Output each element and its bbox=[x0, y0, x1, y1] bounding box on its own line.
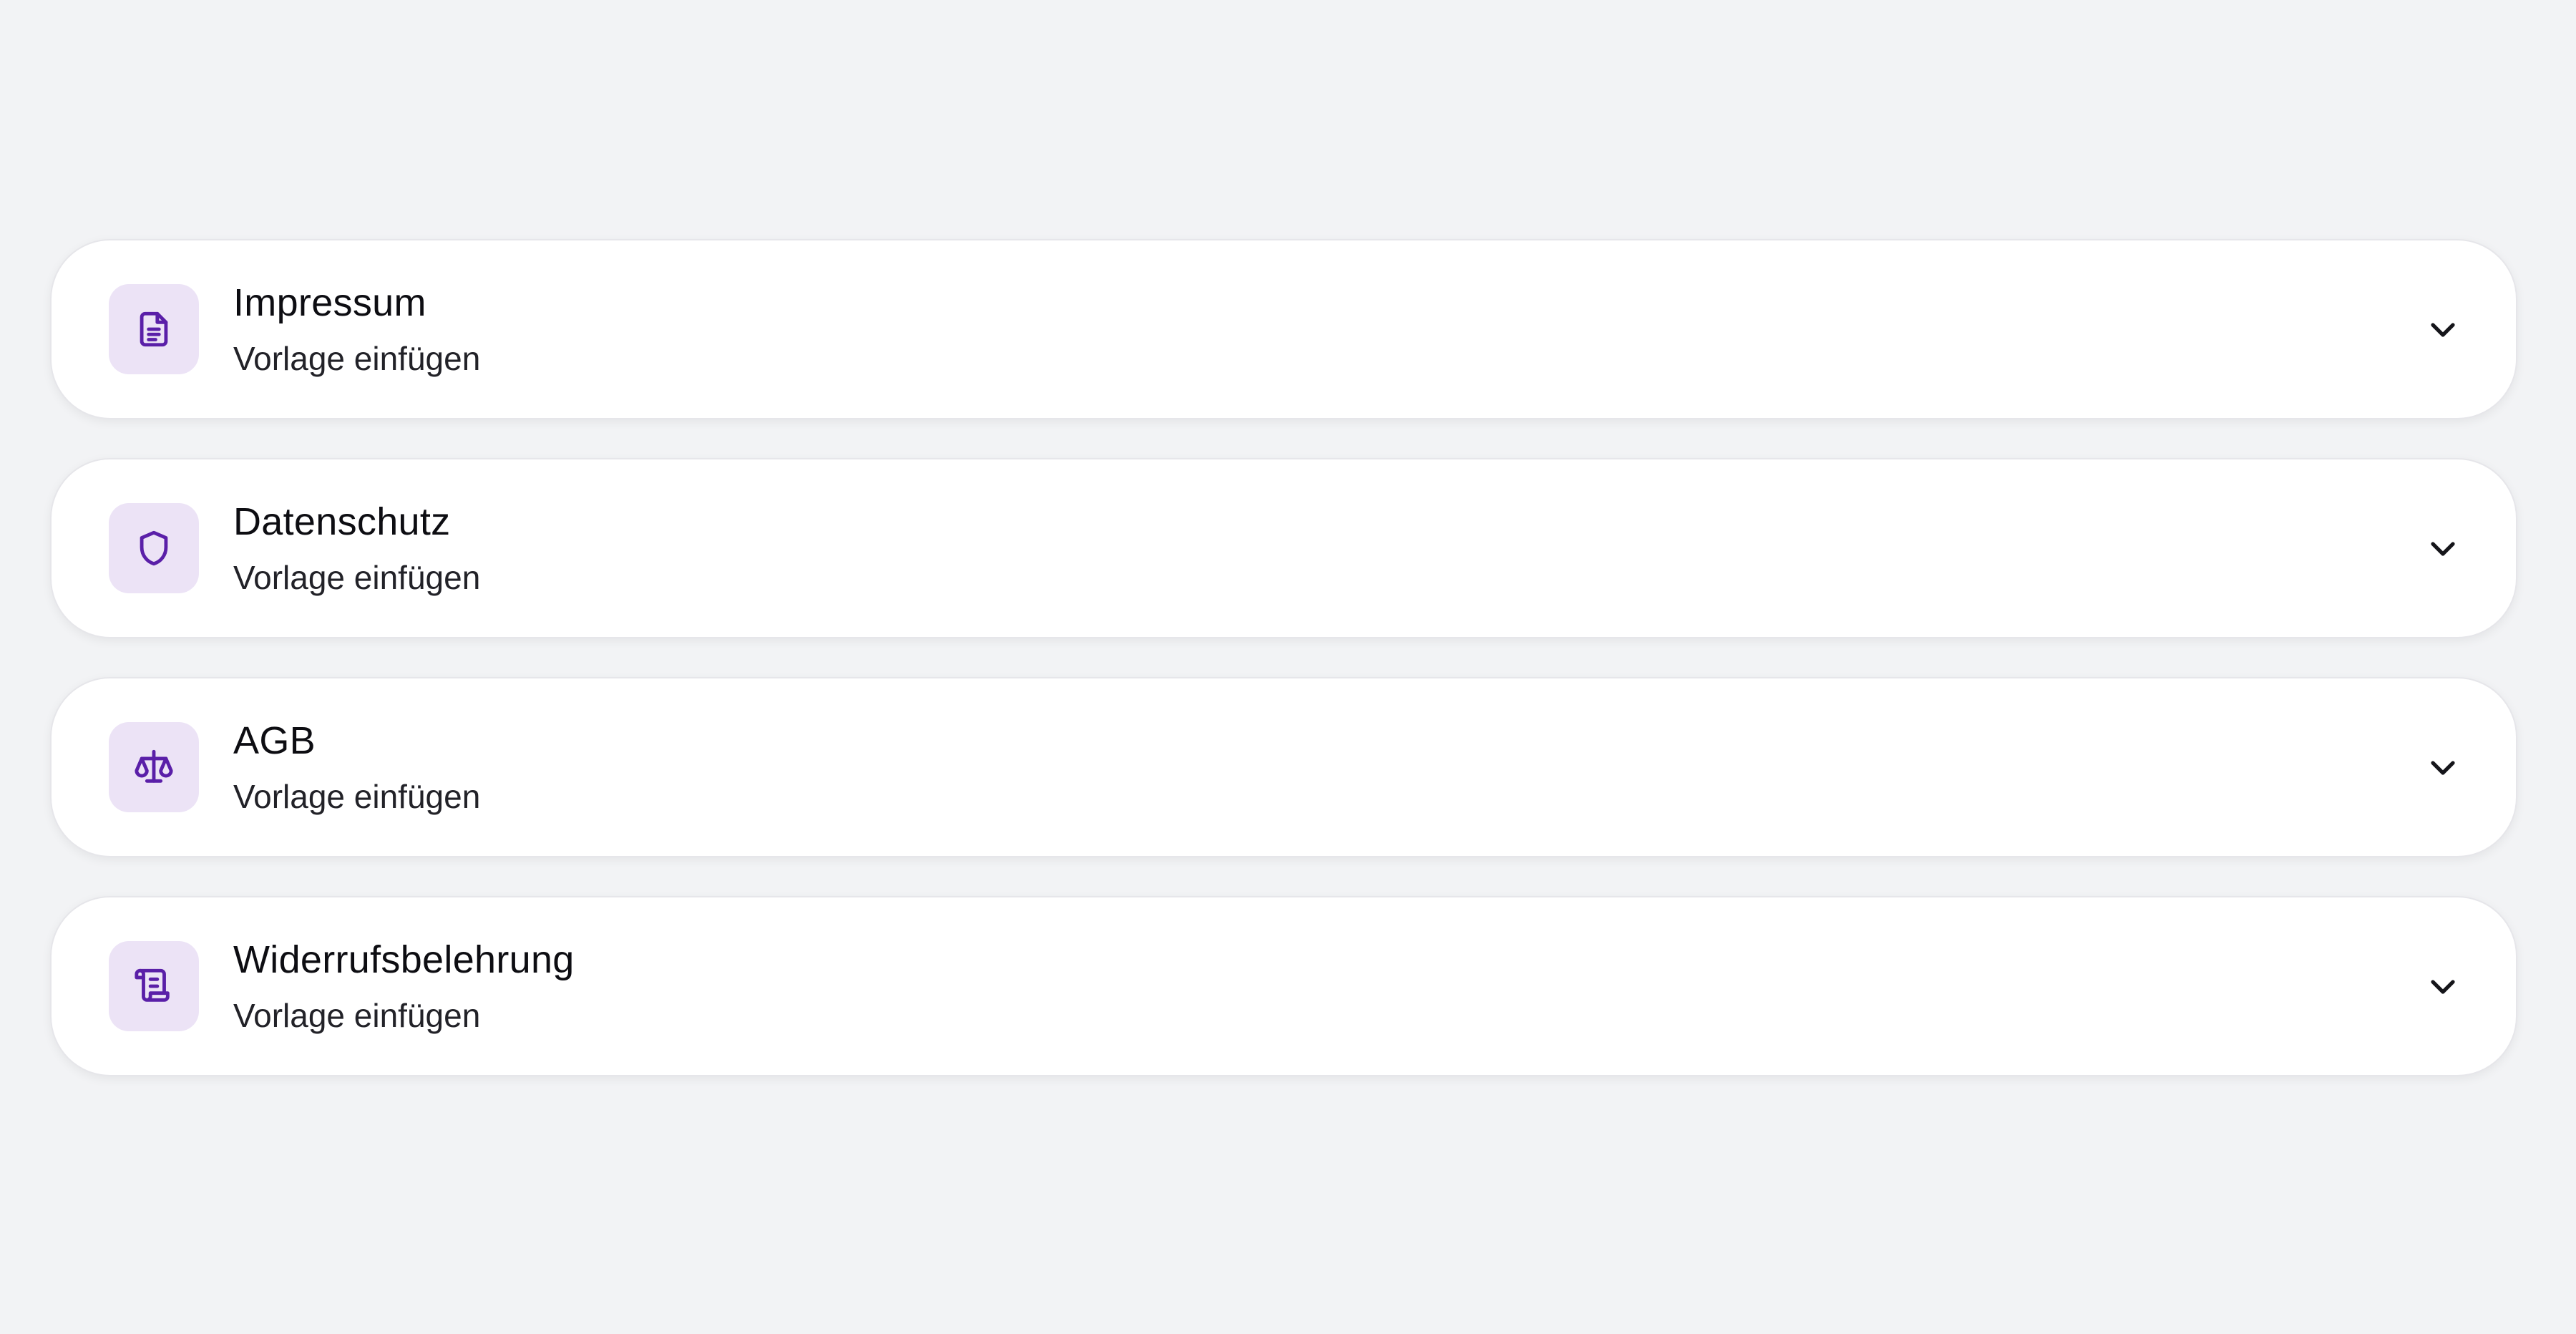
accordion-item-impressum[interactable]: Impressum Vorlage einfügen bbox=[50, 239, 2517, 419]
legal-templates-list: Impressum Vorlage einfügen Datenschutz V… bbox=[50, 239, 2517, 1076]
accordion-item-datenschutz[interactable]: Datenschutz Vorlage einfügen bbox=[50, 458, 2517, 638]
accordion-item-subtitle: Vorlage einfügen bbox=[233, 997, 481, 1034]
accordion-item-title: Widerrufsbelehrung bbox=[233, 938, 575, 981]
accordion-item-agb[interactable]: AGB Vorlage einfügen bbox=[50, 677, 2517, 857]
chevron-down-icon[interactable] bbox=[2423, 747, 2463, 787]
document-icon bbox=[140, 311, 168, 347]
accordion-item-text: Widerrufsbelehrung Vorlage einfügen bbox=[233, 937, 2423, 1036]
accordion-item-text: Impressum Vorlage einfügen bbox=[233, 280, 2423, 379]
chevron-down-icon[interactable] bbox=[2423, 528, 2463, 568]
icon-container bbox=[109, 722, 199, 812]
scroll-icon bbox=[135, 968, 170, 1002]
icon-container bbox=[109, 284, 199, 374]
accordion-item-subtitle: Vorlage einfügen bbox=[233, 340, 481, 377]
scale-icon bbox=[135, 749, 173, 783]
chevron-down-icon[interactable] bbox=[2423, 309, 2463, 349]
accordion-item-subtitle: Vorlage einfügen bbox=[233, 559, 481, 596]
icon-container bbox=[109, 941, 199, 1031]
accordion-item-title: Datenschutz bbox=[233, 500, 451, 543]
shield-icon bbox=[140, 530, 168, 566]
chevron-down-icon[interactable] bbox=[2423, 966, 2463, 1006]
accordion-item-text: Datenschutz Vorlage einfügen bbox=[233, 499, 2423, 598]
accordion-item-text: AGB Vorlage einfügen bbox=[233, 718, 2423, 817]
icon-container bbox=[109, 503, 199, 593]
accordion-item-title: Impressum bbox=[233, 281, 426, 324]
accordion-item-widerrufsbelehrung[interactable]: Widerrufsbelehrung Vorlage einfügen bbox=[50, 896, 2517, 1076]
accordion-item-subtitle: Vorlage einfügen bbox=[233, 778, 481, 815]
accordion-item-title: AGB bbox=[233, 719, 316, 762]
